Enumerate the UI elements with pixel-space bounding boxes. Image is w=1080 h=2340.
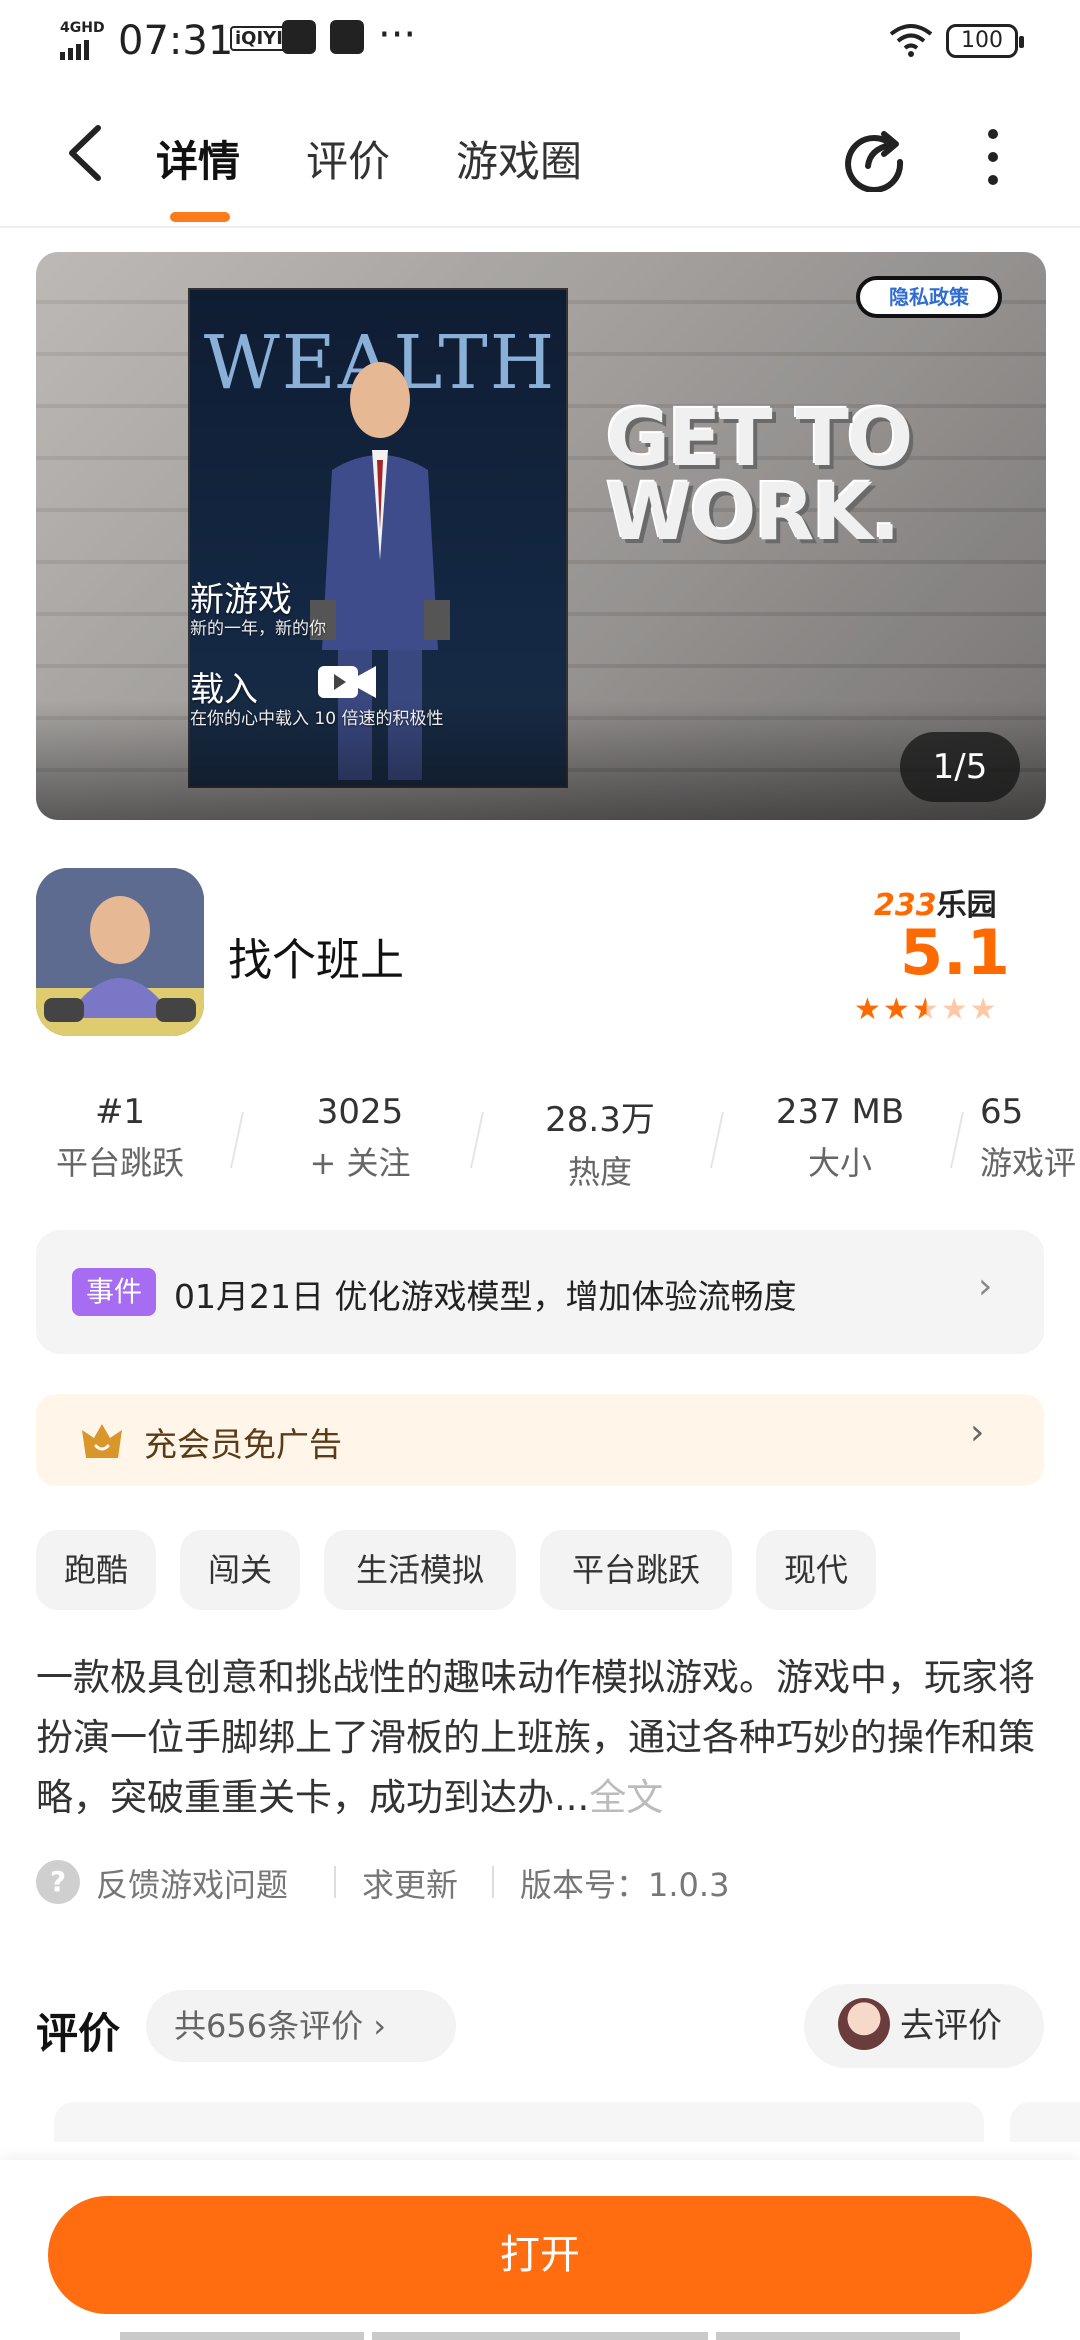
notification-icon (330, 20, 364, 54)
stat-size: 237 MB 大小 (750, 1092, 930, 1184)
iqiyi-icon: iQIYI (230, 26, 288, 51)
tagline-line: WORK. (606, 468, 900, 558)
tag-platformer[interactable]: 平台跳跃 (540, 1530, 732, 1610)
new-game-subtitle: 新的一年，新的你 (190, 619, 326, 639)
more-notifications-icon: ··· (378, 12, 417, 58)
stat-value: 3025 (316, 1092, 404, 1132)
tab-game-circle[interactable]: 游戏圈 (456, 128, 582, 189)
stat-label: 游戏评 (980, 1144, 1077, 1182)
header-divider (0, 226, 1080, 228)
app-icon-art (36, 868, 204, 1036)
stat-reviews[interactable]: 65 游戏评 (980, 1092, 1080, 1184)
write-review-label: 去评价 (900, 2006, 1002, 2046)
stat-value: 65 (980, 1092, 1024, 1132)
review-card-peek (54, 2102, 984, 2142)
open-button[interactable]: 打开 (48, 2196, 1032, 2314)
crown-icon (82, 1424, 122, 1458)
gesture-bar (372, 2332, 708, 2340)
avatar (838, 1998, 890, 2050)
carousel-page-indicator: 1/5 (900, 732, 1020, 802)
network-label: 4GHD (60, 20, 105, 36)
status-bar: 4GHD 07:31 iQIYI ··· 100 (0, 0, 1080, 80)
gesture-bar (716, 2332, 960, 2340)
gesture-bar (120, 2332, 364, 2340)
report-issue-link[interactable]: 反馈游戏问题 (96, 1860, 288, 1906)
stat-value: 237 MB (775, 1092, 905, 1132)
app-icon (36, 868, 204, 1036)
star-icon: ★ (940, 992, 970, 1027)
chevron-right-icon: › (978, 1266, 993, 1307)
video-icon[interactable] (318, 664, 376, 700)
privacy-policy-button[interactable]: 隐私政策 (856, 276, 1002, 318)
wifi-icon (889, 24, 933, 57)
battery-indicator: 100 (946, 24, 1024, 58)
description-text: 一款极具创意和挑战性的趣味动作模拟游戏。游戏中，玩家将扮演一位手脚绑上了滑板的上… (36, 1656, 1035, 1819)
stat-divider (230, 1112, 244, 1168)
write-review-button[interactable]: 去评价 (804, 1984, 1044, 2068)
chevron-right-icon: › (970, 1412, 985, 1453)
network-indicator: 4GHD (58, 20, 108, 62)
stat-divider (710, 1112, 724, 1168)
tagline-line: GET TO (606, 394, 913, 484)
stat-label: 平台跳跃 (55, 1144, 184, 1182)
stat-label: 大小 (807, 1144, 872, 1182)
event-badge: 事件 (72, 1268, 156, 1316)
stat-label: 热度 (567, 1153, 632, 1191)
read-more-link[interactable]: 全文 (589, 1776, 663, 1819)
stat-follow[interactable]: 3025 + 关注 (270, 1092, 450, 1184)
back-icon[interactable] (60, 118, 120, 188)
feedback-row: ? 反馈游戏问题 求更新 版本号：1.0.3 (36, 1854, 1036, 1910)
game-description: 一款极具创意和挑战性的趣味动作模拟游戏。游戏中，玩家将扮演一位手脚绑上了滑板的上… (36, 1648, 1046, 1828)
separator (334, 1866, 336, 1898)
tag-parkour[interactable]: 跑酷 (36, 1530, 156, 1610)
stat-rank[interactable]: #1 平台跳跃 (30, 1092, 210, 1184)
request-update-link[interactable]: 求更新 (362, 1860, 458, 1906)
stat-popularity[interactable]: 28.3万 热度 (510, 1092, 690, 1193)
share-icon[interactable] (840, 122, 910, 192)
status-time: 07:31 (118, 18, 234, 64)
review-count-button[interactable]: 共656条评价 › (146, 1990, 456, 2062)
active-tab-indicator (170, 212, 230, 222)
bottom-action-bar: 打开 (0, 2160, 1080, 2340)
tag-modern[interactable]: 现代 (756, 1530, 876, 1610)
question-icon: ? (36, 1860, 80, 1904)
star-icon: ★ (882, 992, 912, 1027)
tab-reviews[interactable]: 评价 (306, 128, 390, 189)
stat-divider (470, 1112, 484, 1168)
more-options-icon[interactable] (978, 124, 1008, 194)
load-subtitle: 在你的心中载入 10 倍速的积极性 (190, 709, 444, 729)
screenshot-carousel[interactable]: WEALTH GET TO WORK. 隐私政策 新游戏 新的一年，新的你 载入… (36, 252, 1046, 820)
tab-details[interactable]: 详情 (156, 128, 240, 189)
follow-button[interactable]: + 关注 (270, 1138, 450, 1184)
get-to-work-tagline: GET TO WORK. (606, 394, 936, 558)
rating-stars: ★★★★★ (854, 992, 999, 1027)
tag-level[interactable]: 闯关 (180, 1530, 300, 1610)
banner-shadow (36, 700, 1046, 820)
notification-icon (282, 20, 316, 54)
star-icon: ★ (969, 992, 999, 1027)
version-number: 版本号：1.0.3 (520, 1866, 730, 1904)
separator (492, 1866, 494, 1898)
signal-icon (60, 40, 89, 60)
reviews-heading: 评价 (36, 2009, 121, 2058)
review-card-peek (1010, 2102, 1080, 2142)
app-name: 找个班上 (228, 935, 404, 986)
vip-text: 充会员免广告 (144, 1425, 342, 1464)
event-card[interactable]: 事件 01月21日 优化游戏模型，增加体验流畅度 › (36, 1230, 1044, 1354)
half-star-icon: ★ (911, 992, 941, 1027)
stat-divider (950, 1112, 964, 1168)
vip-no-ads-banner[interactable]: 充会员免广告 › (36, 1394, 1044, 1486)
star-icon: ★ (854, 992, 883, 1027)
stat-value: #1 (94, 1092, 146, 1132)
tag-life-sim[interactable]: 生活模拟 (324, 1530, 516, 1610)
stat-value: 28.3万 (545, 1100, 655, 1140)
event-text: 01月21日 优化游戏模型，增加体验流畅度 (174, 1277, 797, 1316)
rating-score: 5.1 (900, 916, 1010, 989)
